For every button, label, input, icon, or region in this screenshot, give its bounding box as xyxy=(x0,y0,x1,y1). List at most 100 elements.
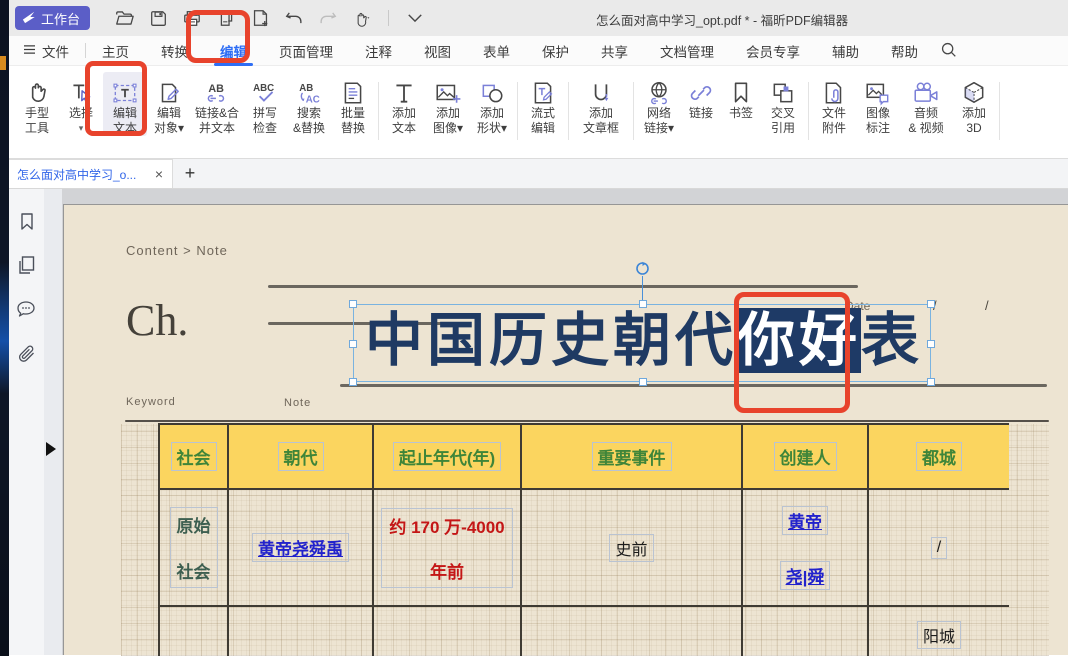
toolbar-button-spell-check[interactable]: ABC 拼写 检查 xyxy=(243,72,287,136)
toolbar-separator xyxy=(999,82,1000,140)
menu-item-label: 文档管理 xyxy=(660,41,714,61)
cell-founder-row2 xyxy=(743,607,869,656)
duplicate-page-icon[interactable] xyxy=(216,8,236,28)
resize-handle-ne[interactable] xyxy=(927,300,935,308)
menu-item-form[interactable]: 表单 xyxy=(467,36,526,66)
cell-dynasty-row2 xyxy=(229,607,374,656)
toolbar-button-add-3d[interactable]: 添加 3D xyxy=(952,72,996,136)
header-text-box[interactable]: 社会 xyxy=(171,442,217,471)
toolbar-button-edit-text[interactable]: 编辑 文本 xyxy=(103,72,147,136)
capital-text-box[interactable]: 阳城 xyxy=(917,621,961,649)
toolbar-button-label: 附件 xyxy=(822,121,846,136)
header-text-box[interactable]: 朝代 xyxy=(278,442,324,471)
header-text-box[interactable]: 都城 xyxy=(916,442,962,471)
toolbar-button-cross-reference[interactable]: 交叉 引用 xyxy=(761,72,805,136)
header-text-box[interactable]: 创建人 xyxy=(774,442,837,471)
pdf-page: Content > Note Ch. Date / / Keyword Note… xyxy=(63,204,1068,655)
toolbar-button-label: 对象▾ xyxy=(154,121,184,136)
menu-item-protect[interactable]: 保护 xyxy=(526,36,585,66)
founder-link[interactable]: 尧|舜 xyxy=(780,561,831,590)
toolbar-button-add-article-box[interactable]: 添加 文章框 xyxy=(572,72,630,136)
toolbar-button-audio-video[interactable]: 音频 & 视频 xyxy=(900,72,952,136)
toolbar-button-label: 音频 xyxy=(914,106,938,121)
edit-ribbon-toolbar: 手型 工具 选择 ▾ 编辑 文本 编辑 对象▾ AB 链接&合 并文本 ABC … xyxy=(9,66,1068,159)
event-text-box[interactable]: 史前 xyxy=(609,534,653,562)
toolbar-button-file-attachment[interactable]: 文件 附件 xyxy=(812,72,856,136)
add-page-icon[interactable] xyxy=(250,8,270,28)
menu-item-convert[interactable]: 转换 xyxy=(145,36,204,66)
workspace-button[interactable]: 工作台 xyxy=(15,6,90,30)
resize-handle-n[interactable] xyxy=(639,300,647,308)
open-folder-icon[interactable] xyxy=(114,8,134,28)
pages-panel-icon[interactable] xyxy=(16,254,38,276)
resize-handle-w[interactable] xyxy=(349,340,357,348)
toolbar-button-label: 选择 xyxy=(69,106,93,121)
toolbar-button-add-image[interactable]: 添加 图像▾ xyxy=(426,72,470,136)
toolbar-button-web-link[interactable]: 网络 链接▾ xyxy=(637,72,681,136)
toolbar-button-batch-replace[interactable]: 批量 替换 xyxy=(331,72,375,136)
bookmarks-panel-icon[interactable] xyxy=(16,211,38,233)
menu-item-comment[interactable]: 注释 xyxy=(349,36,408,66)
customize-toolbar-chevron-icon[interactable] xyxy=(405,8,425,28)
menu-item-page-management[interactable]: 页面管理 xyxy=(263,36,349,66)
redo-icon[interactable] xyxy=(318,8,338,28)
toolbar-button-hand-tool[interactable]: 手型 工具 xyxy=(15,72,59,136)
search-icon[interactable] xyxy=(940,41,957,61)
resize-handle-sw[interactable] xyxy=(349,378,357,386)
resize-handle-s[interactable] xyxy=(639,378,647,386)
toolbar-button-label: 形状▾ xyxy=(477,121,507,136)
title-text-selection-box[interactable]: 中国历史朝代你好表 xyxy=(353,304,931,382)
document-heading[interactable]: 中国历史朝代你好表 xyxy=(365,299,923,383)
toolbar-button-label: 链接▾ xyxy=(644,121,674,136)
toolbar-button-edit-object[interactable]: 编辑 对象▾ xyxy=(147,72,191,136)
toolbar-button-link-join-text[interactable]: AB 链接&合 并文本 xyxy=(191,72,243,136)
menu-item-home[interactable]: 主页 xyxy=(86,36,145,66)
society-text-box[interactable]: 原始 社会 xyxy=(170,507,218,588)
menu-item-label: 会员专享 xyxy=(746,41,800,61)
toolbar-button-flow-edit[interactable]: 流式 编辑 xyxy=(521,72,565,136)
menu-item-member-exclusive[interactable]: 会员专享 xyxy=(730,36,816,66)
menu-bar: 文件 主页 转换 编辑 页面管理 注释 视图 表单 保护 共享 文档管理 会员专… xyxy=(9,36,1068,66)
toolbar-button-bookmark[interactable]: 书签 xyxy=(721,72,761,136)
cell-society-row2 xyxy=(160,607,229,656)
toolbar-button-label: 图像▾ xyxy=(433,121,463,136)
page-breadcrumb-text: Content > Note xyxy=(126,243,228,258)
period-line: 约 170 万-4000 xyxy=(389,513,504,538)
save-icon[interactable] xyxy=(148,8,168,28)
period-text-box[interactable]: 约 170 万-4000 年前 xyxy=(381,508,512,588)
print-icon[interactable] xyxy=(182,8,202,28)
menu-item-document-management[interactable]: 文档管理 xyxy=(644,36,730,66)
table-header-society: 社会 xyxy=(160,425,229,490)
new-tab-button[interactable]: + xyxy=(173,159,207,188)
toolbar-button-add-text[interactable]: 添加 文本 xyxy=(382,72,426,136)
header-text-box[interactable]: 起止年代(年) xyxy=(393,442,501,471)
menu-item-accessibility[interactable]: 辅助 xyxy=(816,36,875,66)
dynasty-link[interactable]: 黄帝尧舜禹 xyxy=(252,533,349,562)
document-tab[interactable]: 怎么面对高中学习_o... × xyxy=(9,159,173,188)
tab-close-icon[interactable]: × xyxy=(152,166,166,182)
attachments-panel-icon[interactable] xyxy=(16,343,38,365)
resize-handle-se[interactable] xyxy=(927,378,935,386)
comments-panel-icon[interactable] xyxy=(16,298,38,320)
menu-item-file[interactable]: 文件 xyxy=(9,36,85,66)
undo-icon[interactable] xyxy=(284,8,304,28)
toolbar-button-image-annotation[interactable]: 图像 标注 xyxy=(856,72,900,136)
menu-item-share[interactable]: 共享 xyxy=(585,36,644,66)
rotation-handle[interactable] xyxy=(635,261,650,281)
menu-item-view[interactable]: 视图 xyxy=(408,36,467,66)
header-text-box[interactable]: 重要事件 xyxy=(592,442,672,471)
menu-item-edit[interactable]: 编辑 xyxy=(204,36,263,66)
capital-text-box[interactable]: / xyxy=(931,537,947,559)
menu-item-help[interactable]: 帮助 xyxy=(875,36,934,66)
toolbar-button-link[interactable]: 链接 xyxy=(681,72,721,136)
expand-panel-arrow[interactable] xyxy=(46,442,56,456)
toolbar-button-add-shape[interactable]: 添加 形状▾ xyxy=(470,72,514,136)
toolbar-button-search-replace[interactable]: ABAC 搜索 &替换 xyxy=(287,72,331,136)
toolbar-button-select[interactable]: 选择 ▾ xyxy=(59,72,103,136)
toolbar-separator xyxy=(568,82,569,140)
toolbar-button-label: 添加 xyxy=(436,106,460,121)
resize-handle-nw[interactable] xyxy=(349,300,357,308)
founder-link[interactable]: 黄帝 xyxy=(782,506,828,535)
hand-pointer-dropdown-icon[interactable] xyxy=(352,8,372,28)
resize-handle-e[interactable] xyxy=(927,340,935,348)
